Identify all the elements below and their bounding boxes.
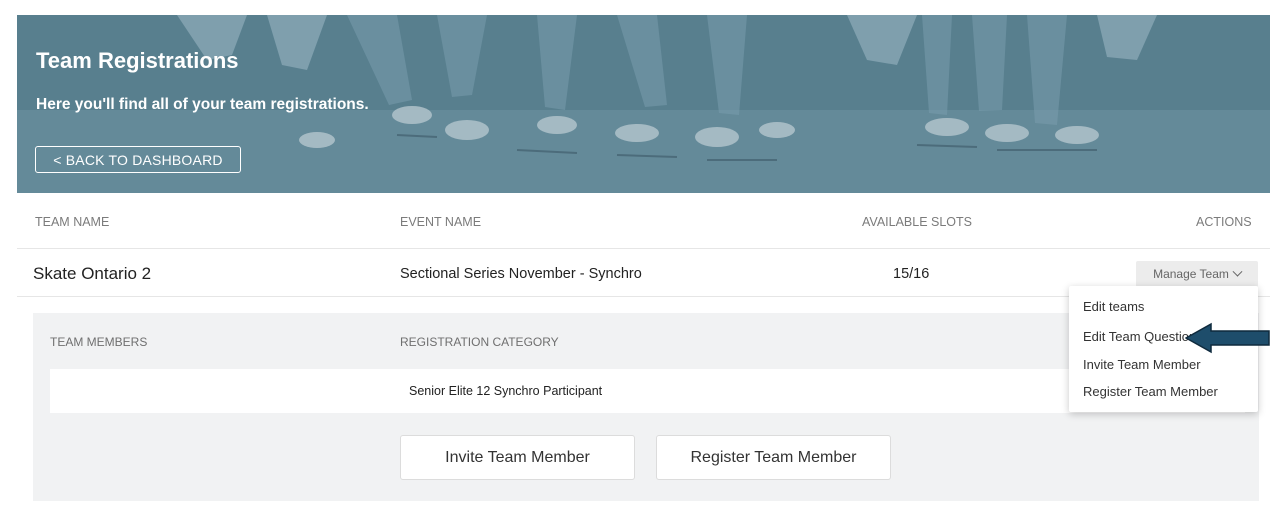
menu-item-register-team-member[interactable]: Register Team Member [1083,384,1218,399]
callout-arrow-icon [1185,322,1270,354]
menu-item-edit-teams[interactable]: Edit teams [1083,299,1144,314]
header-team-members: TEAM MEMBERS [50,335,148,349]
header-event-name: EVENT NAME [400,215,482,229]
available-slots: 15/16 [893,266,930,282]
header-registration-category: REGISTRATION CATEGORY [400,335,559,349]
hero-banner: Team Registrations Here you'll find all … [17,15,1270,193]
menu-item-invite-team-member[interactable]: Invite Team Member [1083,357,1201,372]
chevron-down-icon [1232,266,1243,277]
header-available-slots: AVAILABLE SLOTS [862,215,973,229]
page-title: Team Registrations [36,48,239,73]
register-team-member-button[interactable]: Register Team Member [656,435,891,480]
team-name: Skate Ontario 2 [33,264,152,283]
invite-team-member-button[interactable]: Invite Team Member [400,435,635,480]
event-name: Sectional Series November - Synchro [400,266,642,282]
registration-category: Senior Elite 12 Synchro Participant [409,384,603,398]
manage-team-button[interactable]: Manage Team [1136,261,1258,287]
page-subtitle: Here you'll find all of your team regist… [36,96,369,113]
header-actions: ACTIONS [1196,215,1252,229]
header-team-name: TEAM NAME [35,215,110,229]
back-to-dashboard-button[interactable]: < BACK TO DASHBOARD [35,146,241,173]
manage-team-label: Manage Team [1153,267,1229,281]
row-divider [17,248,1270,249]
table-row: Senior Elite 12 Synchro Participant [50,369,1245,413]
